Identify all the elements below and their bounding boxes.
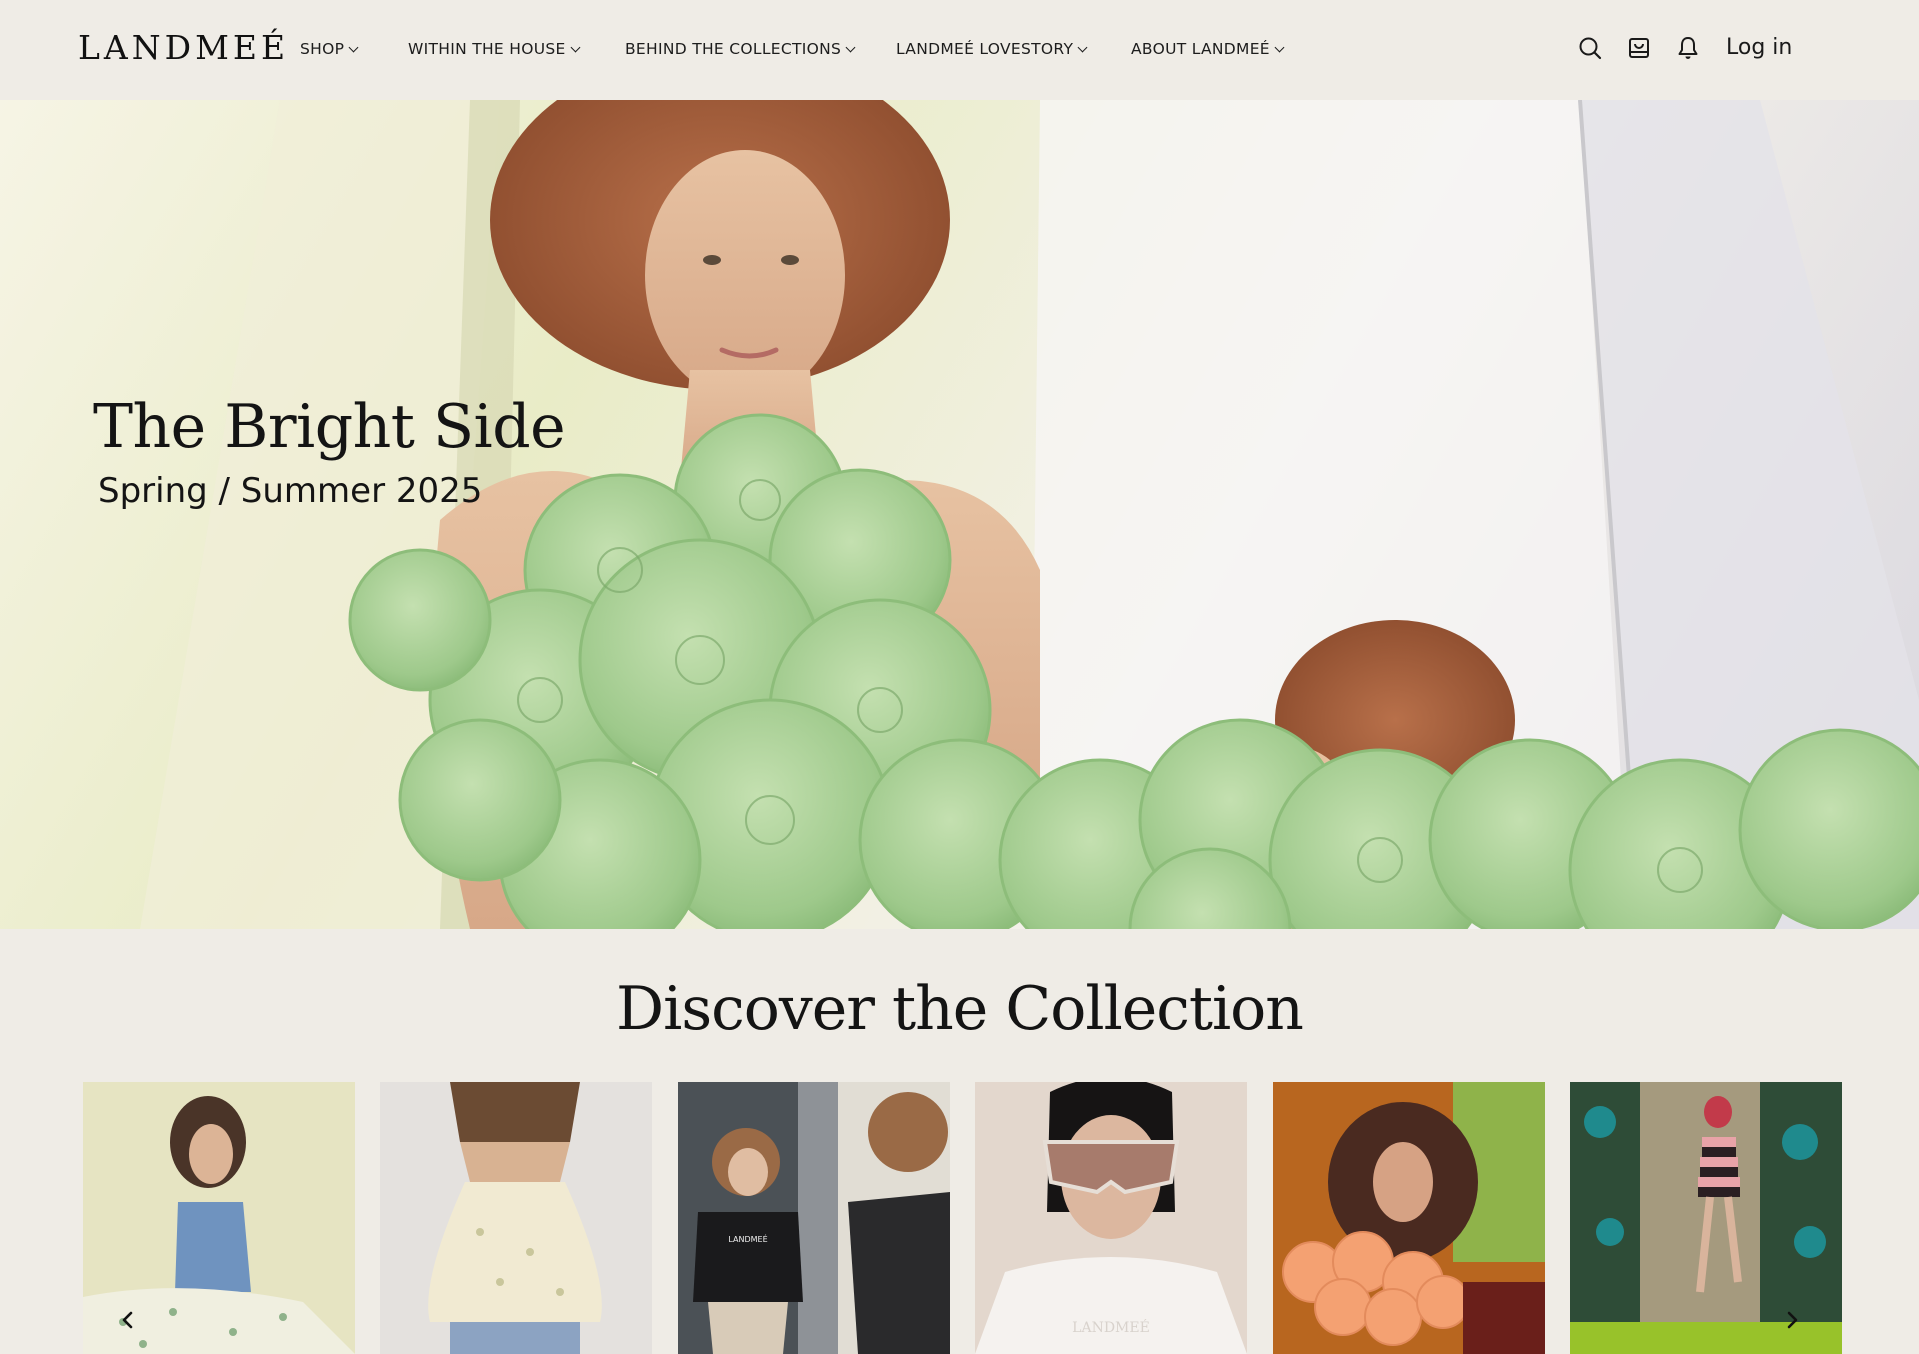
cart-icon[interactable] [1627, 36, 1651, 64]
nav-lovestory[interactable]: LANDMEÉ LOVESTORY [896, 40, 1088, 58]
carousel-prev-button[interactable] [115, 1307, 141, 1333]
nav-about-label: ABOUT LANDMEÉ [1131, 40, 1270, 58]
collection-card-orange-petals[interactable] [1273, 1082, 1545, 1354]
collection-card-black-sweater[interactable]: LANDMEÉ [678, 1082, 950, 1354]
chevron-down-icon [845, 42, 856, 53]
chevron-down-icon [1274, 42, 1285, 53]
chevron-left-icon [122, 1311, 133, 1329]
carousel-next-button[interactable] [1779, 1307, 1805, 1333]
product-image: LANDMEÉ [975, 1082, 1247, 1354]
product-image: LANDMEÉ [678, 1082, 950, 1354]
hero-title: The Bright Side [93, 392, 566, 462]
search-icon[interactable] [1578, 36, 1602, 64]
collection-card-satin-camisole[interactable] [380, 1082, 652, 1354]
product-image [1273, 1082, 1545, 1354]
bell-icon[interactable] [1677, 36, 1699, 64]
nav-shop[interactable]: SHOP [300, 40, 359, 58]
nav-within-the-house[interactable]: WITHIN THE HOUSE [408, 40, 581, 58]
login-link[interactable]: Log in [1726, 35, 1792, 60]
collection-title: Discover the Collection [616, 974, 1304, 1044]
collection-card-sunglasses[interactable]: LANDMEÉ [975, 1082, 1247, 1354]
nav-behind-the-collections[interactable]: BEHIND THE COLLECTIONS [625, 40, 856, 58]
chevron-down-icon [1077, 42, 1088, 53]
site-header: LANDMEÉ SHOP WITHIN THE HOUSE BEHIND THE… [0, 0, 1919, 100]
chevron-down-icon [570, 42, 581, 53]
card-logo-text: LANDMEÉ [728, 1233, 767, 1244]
card-logo-text: LANDMEÉ [1072, 1318, 1150, 1336]
product-image [380, 1082, 652, 1354]
nav-within-label: WITHIN THE HOUSE [408, 40, 566, 58]
hero-subtitle: Spring / Summer 2025 [98, 471, 483, 511]
nav-shop-label: SHOP [300, 40, 345, 58]
chevron-down-icon [348, 42, 359, 53]
nav-lovestory-label: LANDMEÉ LOVESTORY [896, 40, 1074, 58]
brand-logo[interactable]: LANDMEÉ [78, 28, 289, 67]
hero-banner[interactable]: The Bright Side Spring / Summer 2025 [0, 100, 1919, 929]
nav-about[interactable]: ABOUT LANDMEÉ [1131, 40, 1285, 58]
hero-image [140, 100, 1919, 929]
chevron-right-icon [1787, 1311, 1798, 1329]
nav-behind-label: BEHIND THE COLLECTIONS [625, 40, 842, 58]
